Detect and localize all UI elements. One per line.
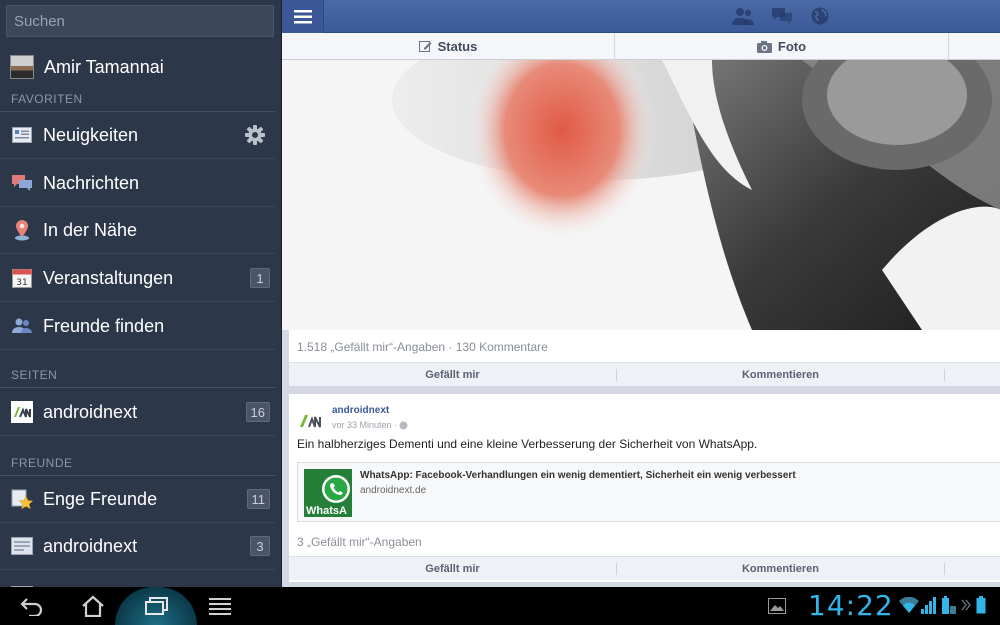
main-content: Status Foto 1.518 „Gefällt mir“-Angaben … <box>281 0 1000 587</box>
recent-apps-button[interactable] <box>140 593 172 619</box>
sidebar-item-label: Veranstaltungen <box>43 267 174 288</box>
sidebar-item-label: Nachrichten <box>43 172 140 193</box>
calendar-day: 31 <box>16 278 27 288</box>
like-button[interactable]: Gefällt mir <box>289 368 617 381</box>
section-header-pages: SEITEN <box>0 368 275 388</box>
sidebar-item-label: Neuigkeiten <box>43 124 139 145</box>
androidnext-logo-icon <box>11 401 33 423</box>
clock: 14:22 <box>808 589 894 622</box>
sidebar-item-events[interactable]: 31 Veranstaltungen 1 <box>0 255 275 302</box>
location-pin-icon <box>11 219 33 241</box>
wifi-icon <box>899 596 919 618</box>
photo-label: Foto <box>777 39 807 54</box>
post-photo[interactable] <box>282 60 1000 330</box>
recent-apps-icon <box>145 597 168 615</box>
post-text: Ein halbherziges Dementi und eine kleine… <box>297 437 758 451</box>
sidebar-item-label: In der Nähe <box>43 219 138 240</box>
search-box <box>6 5 274 37</box>
hamburger-icon <box>293 9 312 23</box>
link-thumbnail: WhatsA <box>304 469 352 517</box>
star-list-icon <box>11 488 33 510</box>
home-button[interactable] <box>77 593 109 619</box>
back-button[interactable] <box>16 593 48 619</box>
back-icon <box>20 598 43 616</box>
profile-name: Amir Tamannai <box>44 56 164 77</box>
menu-button[interactable] <box>282 0 324 33</box>
sidebar-item-messages[interactable]: Nachrichten <box>0 160 275 207</box>
status-label: Status <box>437 39 478 54</box>
androidnext-logo-icon <box>300 415 321 428</box>
sidebar-item-label: androidnext <box>43 535 138 556</box>
composer-bar: Status Foto <box>282 33 1000 60</box>
list-icon <box>11 535 33 557</box>
sidebar-item-close-friends[interactable]: Enge Freunde 11 <box>0 476 275 523</box>
comment-button[interactable]: Kommentieren <box>617 368 945 381</box>
like-button[interactable]: Gefällt mir <box>289 562 617 575</box>
gear-icon[interactable] <box>244 124 266 146</box>
count-badge: 16 <box>245 402 270 422</box>
globe-icon <box>399 421 408 429</box>
friend-requests-icon[interactable] <box>732 6 754 26</box>
menu-icon <box>209 598 231 615</box>
post-card: androidnext vor 33 Minuten · Ein halbher… <box>289 394 1000 582</box>
section-header-friends: FREUNDE <box>0 456 275 476</box>
system-navigation-bar: 14:22 <box>0 587 1000 625</box>
notifications-globe-icon[interactable] <box>810 6 832 26</box>
sidebar-item-label: Enge Freunde <box>43 488 158 509</box>
menu-softkey-button[interactable] <box>204 593 236 619</box>
count-badge: 3 <box>250 536 270 556</box>
screenshot-notification-icon[interactable] <box>768 598 786 619</box>
edit-icon <box>418 41 432 52</box>
battery-icon <box>976 596 986 619</box>
sidebar-item-partial[interactable] <box>0 571 275 587</box>
sidebar-item-label: Freunde finden <box>43 315 165 336</box>
post-time[interactable]: vor 33 Minuten · <box>332 420 397 430</box>
sidebar-item-label: androidnext <box>43 401 138 422</box>
post-author[interactable]: androidnext <box>332 405 408 416</box>
count-badge: 11 <box>246 489 270 509</box>
signal-icon <box>921 596 939 619</box>
post-likes[interactable]: 3 „Gefällt mir“-Angaben <box>289 535 422 549</box>
thumbnail-text: WhatsA <box>306 505 347 517</box>
comment-button[interactable]: Kommentieren <box>617 562 945 575</box>
post-header: androidnext vor 33 Minuten · <box>299 404 408 432</box>
sidebar-item-news-feed[interactable]: Neuigkeiten <box>0 112 275 159</box>
sidebar-item-list-androidnext[interactable]: androidnext 3 <box>0 523 275 570</box>
status-button[interactable]: Status <box>282 33 615 60</box>
chevron-right-icon[interactable] <box>961 598 971 616</box>
news-feed-icon <box>11 124 33 146</box>
calendar-icon: 31 <box>11 267 33 289</box>
top-bar <box>282 0 1000 33</box>
sidebar: Amir Tamannai FAVORITEN Neuigkeiten Nach… <box>0 0 281 587</box>
camera-icon <box>756 40 772 53</box>
post-actions: Gefällt mir Kommentieren <box>289 362 1000 386</box>
messages-icon <box>11 172 33 194</box>
search-input[interactable] <box>7 6 273 36</box>
avatar <box>10 55 34 79</box>
messages-top-icon[interactable] <box>771 6 793 26</box>
post-footer: 1.518 „Gefällt mir“-Angaben · 130 Kommen… <box>289 330 1000 386</box>
home-icon <box>82 595 104 617</box>
sidebar-item-find-friends[interactable]: Freunde finden <box>0 303 275 350</box>
post-stats[interactable]: 1.518 „Gefällt mir“-Angaben · 130 Kommen… <box>289 330 1000 354</box>
sidebar-item-page-androidnext[interactable]: androidnext 16 <box>0 389 275 436</box>
link-preview[interactable]: WhatsA WhatsApp: Facebook-Verhandlungen … <box>297 462 1000 522</box>
section-header-favorites: FAVORITEN <box>0 92 275 112</box>
sidebar-item-nearby[interactable]: In der Nähe <box>0 207 275 254</box>
battery-dock-icon <box>940 596 956 619</box>
friends-icon <box>11 315 33 337</box>
link-title[interactable]: WhatsApp: Facebook-Verhandlungen ein wen… <box>360 470 796 481</box>
link-domain: androidnext.de <box>360 485 427 496</box>
profile-item[interactable]: Amir Tamannai <box>0 48 281 86</box>
photo-button[interactable]: Foto <box>615 33 949 60</box>
count-badge: 1 <box>250 268 270 288</box>
post-actions: Gefällt mir Kommentieren <box>289 556 1000 580</box>
